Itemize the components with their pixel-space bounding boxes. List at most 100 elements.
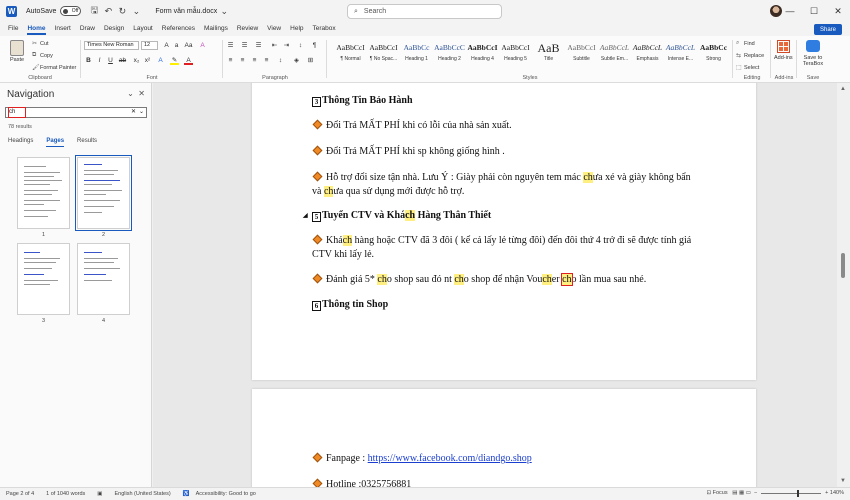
page-thumbnail[interactable] xyxy=(77,243,130,315)
language-status[interactable]: English (United States) xyxy=(114,491,170,497)
print-layout-icon[interactable]: ▦ xyxy=(739,490,744,496)
align-left-icon[interactable]: ≡ xyxy=(226,56,235,65)
menu-view[interactable]: View xyxy=(267,22,281,36)
highlight-icon[interactable]: ✎ xyxy=(170,56,179,65)
zoom-out-icon[interactable]: − xyxy=(754,490,757,496)
tab-pages[interactable]: Pages xyxy=(46,138,64,147)
multilevel-list-icon[interactable]: ☰ xyxy=(254,41,263,50)
justify-icon[interactable]: ≡ xyxy=(262,56,271,65)
close-icon[interactable]: ✕ xyxy=(826,0,850,22)
document-page[interactable]: Fanpage : https://www.facebook.com/diand… xyxy=(252,389,756,487)
page-thumbnail[interactable] xyxy=(17,243,70,315)
menu-design[interactable]: Design xyxy=(104,22,124,36)
align-center-icon[interactable]: ≡ xyxy=(238,56,247,65)
subscript-icon[interactable]: x₂ xyxy=(132,56,141,65)
align-right-icon[interactable]: ≡ xyxy=(250,56,259,65)
scroll-down-icon[interactable]: ▼ xyxy=(840,478,846,484)
maximize-icon[interactable]: ☐ xyxy=(802,0,826,22)
tab-headings[interactable]: Headings xyxy=(8,138,33,147)
scroll-up-icon[interactable]: ▲ xyxy=(840,86,846,92)
paragraph[interactable]: Đổi Trả MẤT PHÍ khi sp không giống hình … xyxy=(312,145,505,157)
paragraph[interactable]: Khách hàng hoặc CTV đã 3 đôi ( kể cả lấy… xyxy=(312,234,691,246)
undo-icon[interactable]: ↶ xyxy=(101,4,115,18)
vertical-scrollbar[interactable]: ▲ ▼ xyxy=(837,83,850,487)
paragraph[interactable]: Đánh giá 5* cho shop sau đó nt cho shop … xyxy=(312,273,646,286)
search-input[interactable]: ⌕ Search xyxy=(347,4,502,19)
menu-review[interactable]: Review xyxy=(237,22,258,36)
save-icon[interactable]: 🖫 xyxy=(87,4,101,18)
clear-format-icon[interactable]: A xyxy=(198,41,207,50)
accessibility-status[interactable]: Accessibility: Good to go xyxy=(196,491,256,497)
paragraph[interactable]: Hotline :0325756881 xyxy=(312,478,411,487)
document-title[interactable]: Form văn mẫu.docx xyxy=(155,8,217,15)
share-button[interactable]: Share xyxy=(814,24,842,35)
format-painter-button[interactable]: 🖌 Format Painter xyxy=(32,64,76,72)
borders-icon[interactable]: ⊞ xyxy=(306,56,315,65)
select-button[interactable]: ⬚ Select xyxy=(736,64,759,72)
navigation-search-input[interactable]: ch ✕ ⌄ xyxy=(5,107,147,118)
paragraph[interactable]: Fanpage : https://www.facebook.com/diand… xyxy=(312,452,532,464)
menu-terabox[interactable]: Terabox xyxy=(313,22,336,36)
font-family-select[interactable]: Times New Roman xyxy=(84,41,139,50)
font-size-select[interactable]: 12 xyxy=(141,41,158,50)
style-no-spacing[interactable]: AaBbCcI ¶ No Spac... xyxy=(367,40,400,72)
style-strong[interactable]: AaBbCc Strong xyxy=(697,40,730,72)
clear-search-icon[interactable]: ✕ xyxy=(131,108,136,117)
menu-references[interactable]: References xyxy=(162,22,195,36)
minimize-icon[interactable]: — xyxy=(778,0,802,22)
document-page[interactable]: 3 Thông Tin Bảo Hành Đổi Trả MẤT PHÍ khi … xyxy=(252,83,756,380)
numbering-icon[interactable]: ☰ xyxy=(240,41,249,50)
style-intense-emphasis[interactable]: AaBbCcL Intense E... xyxy=(664,40,697,72)
show-formatting-icon[interactable]: ¶ xyxy=(310,41,319,50)
paragraph[interactable]: Đổi Trả MẤT PHÍ khi có lỗi của nhà sản x… xyxy=(312,119,512,131)
collapse-heading-icon[interactable]: ◢ xyxy=(303,212,308,219)
terabox-icon[interactable] xyxy=(806,40,820,52)
style-title[interactable]: AaB Title xyxy=(532,40,565,72)
autosave-toggle[interactable]: Off xyxy=(60,6,82,16)
menu-home[interactable]: Home xyxy=(27,22,46,36)
tab-results[interactable]: Results xyxy=(77,138,97,147)
search-options-icon[interactable]: ⌄ xyxy=(139,108,144,117)
superscript-icon[interactable]: x² xyxy=(143,56,152,65)
menu-insert[interactable]: Insert xyxy=(55,22,71,36)
bold-icon[interactable]: B xyxy=(84,56,93,65)
read-mode-icon[interactable]: ▤ xyxy=(732,490,737,496)
paragraph[interactable]: CTV khi lấy lẻ. xyxy=(312,249,374,260)
copy-button[interactable]: ⧉ Copy xyxy=(32,52,53,59)
paragraph[interactable]: Hỗ trợ đổi size tận nhà. Lưu Ý : Giày ph… xyxy=(312,171,691,183)
italic-icon[interactable]: I xyxy=(95,56,104,65)
text-effects-icon[interactable]: A xyxy=(156,56,165,65)
nav-close-icon[interactable]: ✕ xyxy=(138,89,145,98)
cut-button[interactable]: ✂ Cut xyxy=(32,40,49,48)
style-heading-1[interactable]: AaBbCc Heading 1 xyxy=(400,40,433,72)
redo-icon[interactable]: ↻ xyxy=(115,4,129,18)
page-thumbnail-selected[interactable] xyxy=(75,155,132,231)
menu-mailings[interactable]: Mailings xyxy=(204,22,228,36)
decrease-indent-icon[interactable]: ⇤ xyxy=(270,41,279,50)
zoom-in-icon[interactable]: + xyxy=(825,490,828,496)
focus-button[interactable]: Focus xyxy=(713,490,728,496)
paragraph[interactable]: và chưa qua sử dụng mới được hỗ trợ. xyxy=(312,186,464,197)
shading-icon[interactable]: ◈ xyxy=(292,56,301,65)
web-layout-icon[interactable]: ▭ xyxy=(746,490,751,496)
scrollbar-thumb[interactable] xyxy=(841,253,845,278)
zoom-level[interactable]: 140% xyxy=(830,490,844,496)
grow-font-icon[interactable]: A xyxy=(162,41,171,50)
word-count[interactable]: 1 of 1040 words xyxy=(46,491,85,497)
proofing-icon[interactable]: ▣ xyxy=(97,491,102,497)
heading-recruit[interactable]: ◢ 5 Tuyển CTV và Khách Hàng Thân Thiết xyxy=(303,210,491,222)
increase-indent-icon[interactable]: ⇥ xyxy=(282,41,291,50)
nav-options-icon[interactable]: ⌄ xyxy=(127,89,134,98)
style-normal[interactable]: AaBbCcI ¶ Normal xyxy=(334,40,367,72)
style-heading-2[interactable]: AaBbCcC Heading 2 xyxy=(433,40,466,72)
sort-icon[interactable]: ↕ xyxy=(296,41,305,50)
line-spacing-icon[interactable]: ↕ xyxy=(276,56,285,65)
facebook-link[interactable]: https://www.facebook.com/diandgo.shop xyxy=(368,453,532,464)
paste-button[interactable]: Paste xyxy=(10,57,24,63)
style-heading-4[interactable]: AaBbCcI Heading 4 xyxy=(466,40,499,72)
zoom-slider[interactable] xyxy=(761,489,822,497)
heading-warranty[interactable]: 3 Thông Tin Bảo Hành xyxy=(312,95,413,107)
strikethrough-icon[interactable]: ab xyxy=(118,56,127,65)
style-emphasis[interactable]: AaBbCcL Emphasis xyxy=(631,40,664,72)
page-thumbnail[interactable] xyxy=(17,157,70,229)
